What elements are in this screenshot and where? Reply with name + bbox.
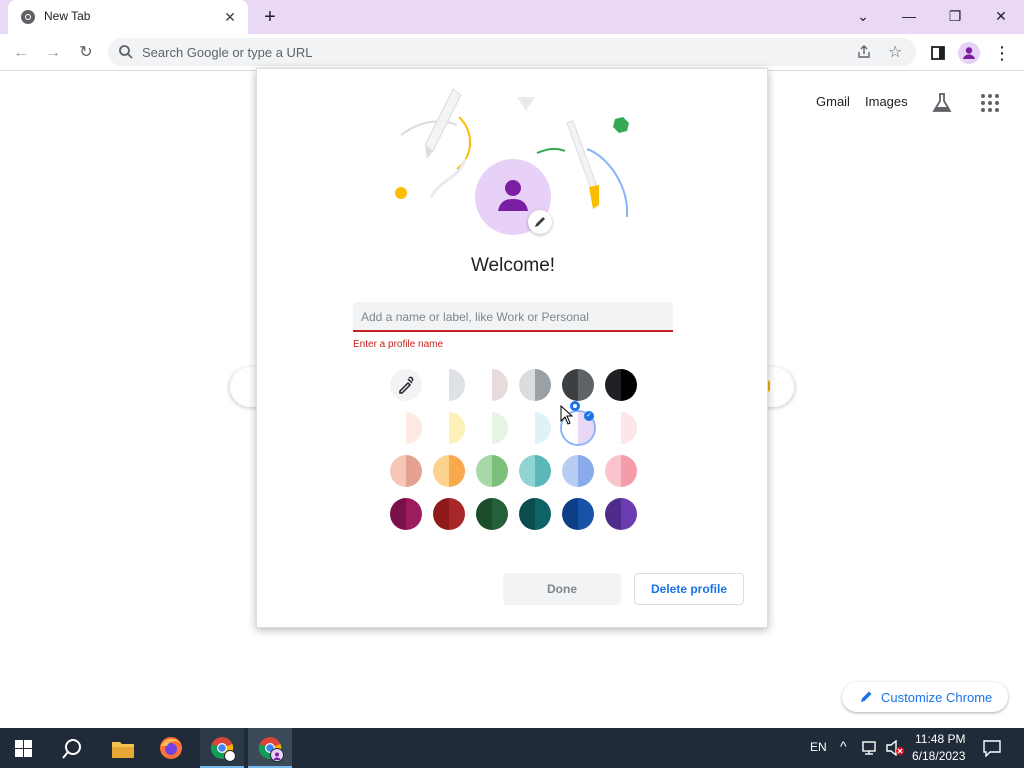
images-link[interactable]: Images — [865, 94, 908, 109]
close-window-button[interactable]: ✕ — [978, 2, 1024, 30]
taskbar-chrome-1[interactable] — [200, 728, 244, 768]
labs-flask-icon[interactable] — [931, 92, 953, 114]
taskbar-chrome-2[interactable] — [248, 728, 292, 768]
color-swatch-cyan-white[interactable] — [519, 412, 551, 444]
omnibox-input[interactable]: Search Google or type a URL — [142, 45, 313, 60]
done-button[interactable]: Done — [503, 573, 621, 605]
toolbar: ← → ↻ Search Google or type a URL ☆ ⋮ — [0, 34, 1024, 71]
customize-chrome-button[interactable]: Customize Chrome — [842, 682, 1008, 712]
side-panel-icon[interactable] — [925, 40, 951, 66]
welcome-illustration — [395, 88, 629, 235]
color-swatch-pink-white[interactable] — [605, 412, 637, 444]
profile-name-error: Enter a profile name — [353, 339, 444, 350]
chevron-up-icon[interactable]: ^ — [840, 738, 847, 754]
reload-icon[interactable]: ↻ — [73, 40, 99, 66]
title-bar: New Tab ✕ + ⌄ — ❐ ✕ — [0, 0, 1024, 34]
profile-name-placeholder: Add a name or label, like Work or Person… — [361, 310, 589, 324]
color-swatch-pink[interactable] — [605, 455, 637, 487]
pencil-icon — [861, 691, 872, 702]
check-icon: ✓ — [584, 411, 594, 421]
color-swatch-navy[interactable] — [562, 498, 594, 530]
edit-avatar-button[interactable] — [528, 210, 552, 234]
color-swatch-grey-white[interactable] — [433, 369, 465, 401]
bookmark-star-icon[interactable]: ☆ — [888, 42, 902, 62]
profile-customization-dialog: Welcome! Add a name or label, like Work … — [256, 68, 768, 628]
edit-pencil-icon — [535, 217, 545, 227]
profile-badge-icon — [270, 748, 284, 762]
color-swatch-peach-white[interactable] — [390, 412, 422, 444]
color-swatch-color-picker[interactable] — [390, 369, 422, 401]
language-indicator[interactable]: EN — [810, 740, 827, 754]
minimize-button[interactable]: — — [886, 2, 932, 30]
customize-chrome-label: Customize Chrome — [881, 690, 993, 705]
omnibox[interactable]: Search Google or type a URL ☆ — [108, 38, 916, 66]
profile-badge-icon — [224, 750, 236, 762]
windows-start-icon[interactable] — [15, 740, 32, 757]
mouse-cursor-icon — [560, 405, 574, 425]
color-swatch-teal[interactable] — [519, 455, 551, 487]
new-tab-button[interactable]: + — [258, 5, 282, 29]
back-icon[interactable]: ← — [8, 40, 34, 66]
color-swatch-green[interactable] — [476, 455, 508, 487]
color-swatch-purple[interactable] — [605, 498, 637, 530]
search-icon[interactable] — [61, 738, 83, 760]
tab-search-icon[interactable]: ⌄ — [840, 2, 886, 30]
volume-muted-icon[interactable] — [885, 740, 905, 756]
gmail-link[interactable]: Gmail — [816, 94, 850, 109]
color-swatch-medium-grey[interactable] — [519, 369, 551, 401]
notifications-icon[interactable] — [982, 739, 1002, 757]
restore-button[interactable]: ❐ — [932, 2, 978, 30]
clock-time[interactable]: 11:48 PM — [915, 732, 965, 746]
color-swatch-warm-grey[interactable] — [476, 369, 508, 401]
welcome-heading: Welcome! — [470, 255, 556, 276]
menu-icon[interactable]: ⋮ — [989, 40, 1015, 66]
color-swatch-dark-teal[interactable] — [519, 498, 551, 530]
color-swatch-magenta[interactable] — [390, 498, 422, 530]
color-swatch-green-white[interactable] — [476, 412, 508, 444]
color-swatch-dark-slate[interactable] — [562, 369, 594, 401]
color-swatch-blue[interactable] — [562, 455, 594, 487]
delete-profile-button[interactable]: Delete profile — [634, 573, 744, 605]
eyedropper-icon — [399, 376, 414, 394]
apps-grid-icon[interactable] — [980, 93, 1000, 113]
close-tab-icon[interactable]: ✕ — [222, 9, 238, 25]
tab-new-tab[interactable]: New Tab ✕ — [8, 0, 248, 34]
color-swatch-red[interactable] — [433, 498, 465, 530]
clock-date[interactable]: 6/18/2023 — [912, 749, 965, 763]
taskbar: EN ^ 11:48 PM 6/18/2023 — [0, 728, 1024, 768]
profile-avatar[interactable] — [958, 42, 980, 64]
network-icon[interactable] — [862, 740, 880, 756]
firefox-icon[interactable] — [159, 736, 183, 760]
color-swatch-dark-green[interactable] — [476, 498, 508, 530]
file-explorer-icon[interactable] — [111, 739, 135, 759]
color-swatch-yellow-white[interactable] — [433, 412, 465, 444]
color-swatch-orange[interactable] — [433, 455, 465, 487]
color-swatch-black[interactable] — [605, 369, 637, 401]
chrome-icon — [21, 10, 35, 24]
profile-name-input[interactable]: Add a name or label, like Work or Person… — [353, 302, 673, 332]
tab-title: New Tab — [44, 9, 91, 23]
search-icon — [119, 45, 133, 59]
color-swatch-salmon[interactable] — [390, 455, 422, 487]
share-icon[interactable] — [856, 44, 872, 60]
forward-icon[interactable]: → — [40, 40, 66, 66]
